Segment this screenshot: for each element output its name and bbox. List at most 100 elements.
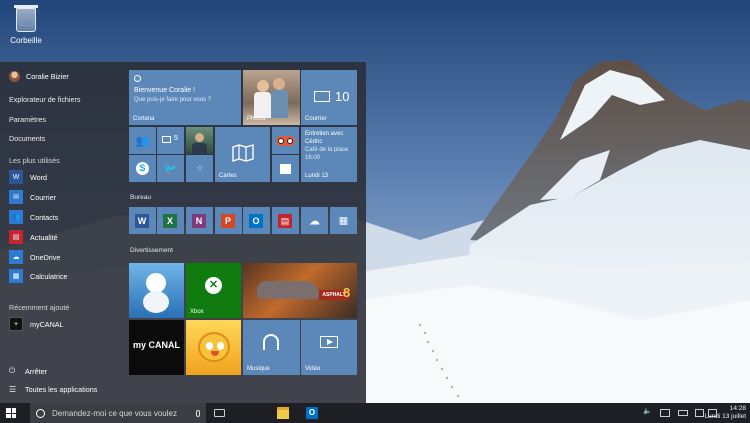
- store-icon: [280, 164, 291, 174]
- bird-character: [198, 332, 230, 362]
- twitter-icon: 🐦: [163, 163, 178, 175]
- file-explorer-link[interactable]: Explorateur de fichiers: [9, 95, 81, 104]
- start-button[interactable]: [6, 408, 16, 418]
- cortana-subtitle: Que puis-je faire pour vous ?: [134, 97, 212, 103]
- cortana-icon: [134, 75, 141, 82]
- onedrive-icon: ☁: [9, 250, 23, 264]
- app-item-calculator[interactable]: ▦ Calculatrice: [9, 269, 68, 283]
- calculator-icon: ▦: [338, 215, 349, 226]
- olaf-picture: [143, 291, 169, 313]
- file-explorer-icon[interactable]: [277, 407, 289, 419]
- bureau-group-header: Bureau: [130, 194, 151, 201]
- skype-tile[interactable]: S: [129, 155, 156, 182]
- calendar-time: 16:00: [305, 155, 321, 161]
- video-icon: [320, 336, 338, 348]
- excel-tile[interactable]: X: [157, 207, 184, 234]
- entertainment-group-header: Divertissement: [130, 247, 173, 254]
- twitter-tile[interactable]: 🐦: [157, 155, 184, 182]
- network-icon[interactable]: [660, 409, 670, 417]
- volume-icon[interactable]: 🔈: [643, 407, 652, 415]
- people-tile[interactable]: 👥: [129, 127, 156, 154]
- recycle-bin-label: Corbeille: [10, 36, 42, 45]
- app-item-news[interactable]: ▤ Actualité: [9, 230, 58, 244]
- olaf-picture: [146, 273, 166, 293]
- calculator-tile[interactable]: ▦: [330, 207, 357, 234]
- list-icon: ☰: [9, 385, 17, 394]
- skype-icon: S: [136, 162, 149, 175]
- xbox-tile[interactable]: ✕ Xbox: [186, 263, 241, 318]
- recently-added-header: Récemment ajouté: [9, 303, 70, 312]
- power-label: Arrêter: [25, 366, 47, 376]
- microphone-icon[interactable]: [196, 409, 200, 417]
- start-menu: Coralie Bizier Explorateur de fichiers P…: [0, 62, 366, 403]
- documents-link[interactable]: Documents: [9, 134, 45, 143]
- powerpoint-icon: P: [221, 213, 235, 228]
- mycanal-logo: my CANAL: [132, 340, 180, 350]
- calendar-tile[interactable]: Entretien avec Cédric Café de la place 1…: [301, 127, 357, 182]
- app-item-onedrive[interactable]: ☁ OneDrive: [9, 250, 60, 264]
- search-placeholder: Demandez-moi ce que vous voulez: [52, 408, 177, 418]
- maps-tile[interactable]: Cartes: [215, 127, 270, 182]
- person-photo: [192, 143, 207, 154]
- clock[interactable]: 14:28 Lundi 13 juillet: [704, 405, 746, 421]
- mycanal-tile[interactable]: my CANAL: [129, 320, 184, 375]
- all-apps-button[interactable]: ☰ Toutes les applications: [9, 385, 97, 394]
- clock-time: 14:28: [729, 405, 746, 412]
- person-photo: [273, 78, 285, 90]
- outlook-icon: O: [249, 213, 263, 228]
- mail-tile[interactable]: 10 Courrier: [301, 70, 357, 125]
- onedrive-icon: ☁: [309, 215, 320, 227]
- onenote-icon: N: [192, 213, 206, 228]
- app-label: Calculatrice: [30, 271, 68, 281]
- user-name: Coralie Bizier: [26, 72, 69, 81]
- messaging-tile[interactable]: 5: [157, 127, 184, 154]
- tripadvisor-tile[interactable]: [272, 127, 299, 154]
- xbox-icon: ✕: [205, 277, 222, 294]
- task-view-icon[interactable]: [214, 409, 225, 417]
- video-tile[interactable]: Vidéo: [301, 320, 357, 375]
- contact-photo-tile[interactable]: [186, 127, 213, 154]
- tile-label: Vidéo: [305, 366, 321, 372]
- app-item-contacts[interactable]: 👥 Contacts: [9, 210, 58, 224]
- disney-frozen-tile[interactable]: [129, 263, 184, 318]
- person-photo: [254, 92, 271, 118]
- race-car-picture: [257, 281, 319, 299]
- user-avatar: [9, 71, 20, 82]
- onedrive-tile[interactable]: ☁: [301, 207, 328, 234]
- message-icon: [162, 136, 171, 143]
- calendar-date: Lundi 13: [305, 173, 329, 179]
- photos-tile[interactable]: Photos: [243, 70, 300, 125]
- news-icon: ▤: [9, 230, 23, 244]
- app-item-mycanal[interactable]: + myCANAL: [9, 317, 64, 331]
- outlook-icon[interactable]: O: [306, 407, 318, 419]
- user-account[interactable]: Coralie Bizier: [9, 71, 69, 82]
- dots-app-tile[interactable]: ⁘: [186, 155, 213, 182]
- word-tile[interactable]: W: [129, 207, 156, 234]
- recycle-bin-shortcut[interactable]: Corbeille: [6, 5, 46, 45]
- settings-link[interactable]: Paramètres: [9, 115, 46, 124]
- asphalt-8-tile[interactable]: ASPHALT 8: [243, 263, 357, 318]
- store-tile[interactable]: [272, 155, 299, 182]
- onenote-tile[interactable]: N: [186, 207, 213, 234]
- keyboard-icon[interactable]: [695, 409, 704, 417]
- game-bird-tile[interactable]: [186, 320, 241, 375]
- tile-label: Cortana: [133, 116, 155, 122]
- excel-icon: X: [163, 213, 177, 228]
- calendar-event: Entretien avec Cédric: [305, 131, 344, 145]
- most-used-header: Les plus utilisés: [9, 156, 60, 165]
- app-item-word[interactable]: W Word: [9, 170, 47, 184]
- app-item-mail[interactable]: ✉ Courrier: [9, 190, 56, 204]
- cortana-tile[interactable]: Bienvenue Coralie ! Que puis-je faire po…: [129, 70, 241, 125]
- news-tile[interactable]: ▤: [272, 207, 299, 234]
- tile-label: Xbox: [190, 309, 204, 315]
- outlook-tile[interactable]: O: [243, 207, 270, 234]
- search-box[interactable]: Demandez-moi ce que vous voulez: [30, 403, 206, 423]
- tile-label: Courrier: [305, 116, 327, 122]
- battery-icon[interactable]: [678, 410, 688, 416]
- headphones-icon: [263, 334, 279, 350]
- mail-icon: [314, 91, 330, 102]
- powerpoint-tile[interactable]: P: [215, 207, 242, 234]
- power-button[interactable]: ⏻ Arrêter: [9, 366, 47, 376]
- tripadvisor-icon: [276, 136, 295, 146]
- music-tile[interactable]: Musique: [243, 320, 300, 375]
